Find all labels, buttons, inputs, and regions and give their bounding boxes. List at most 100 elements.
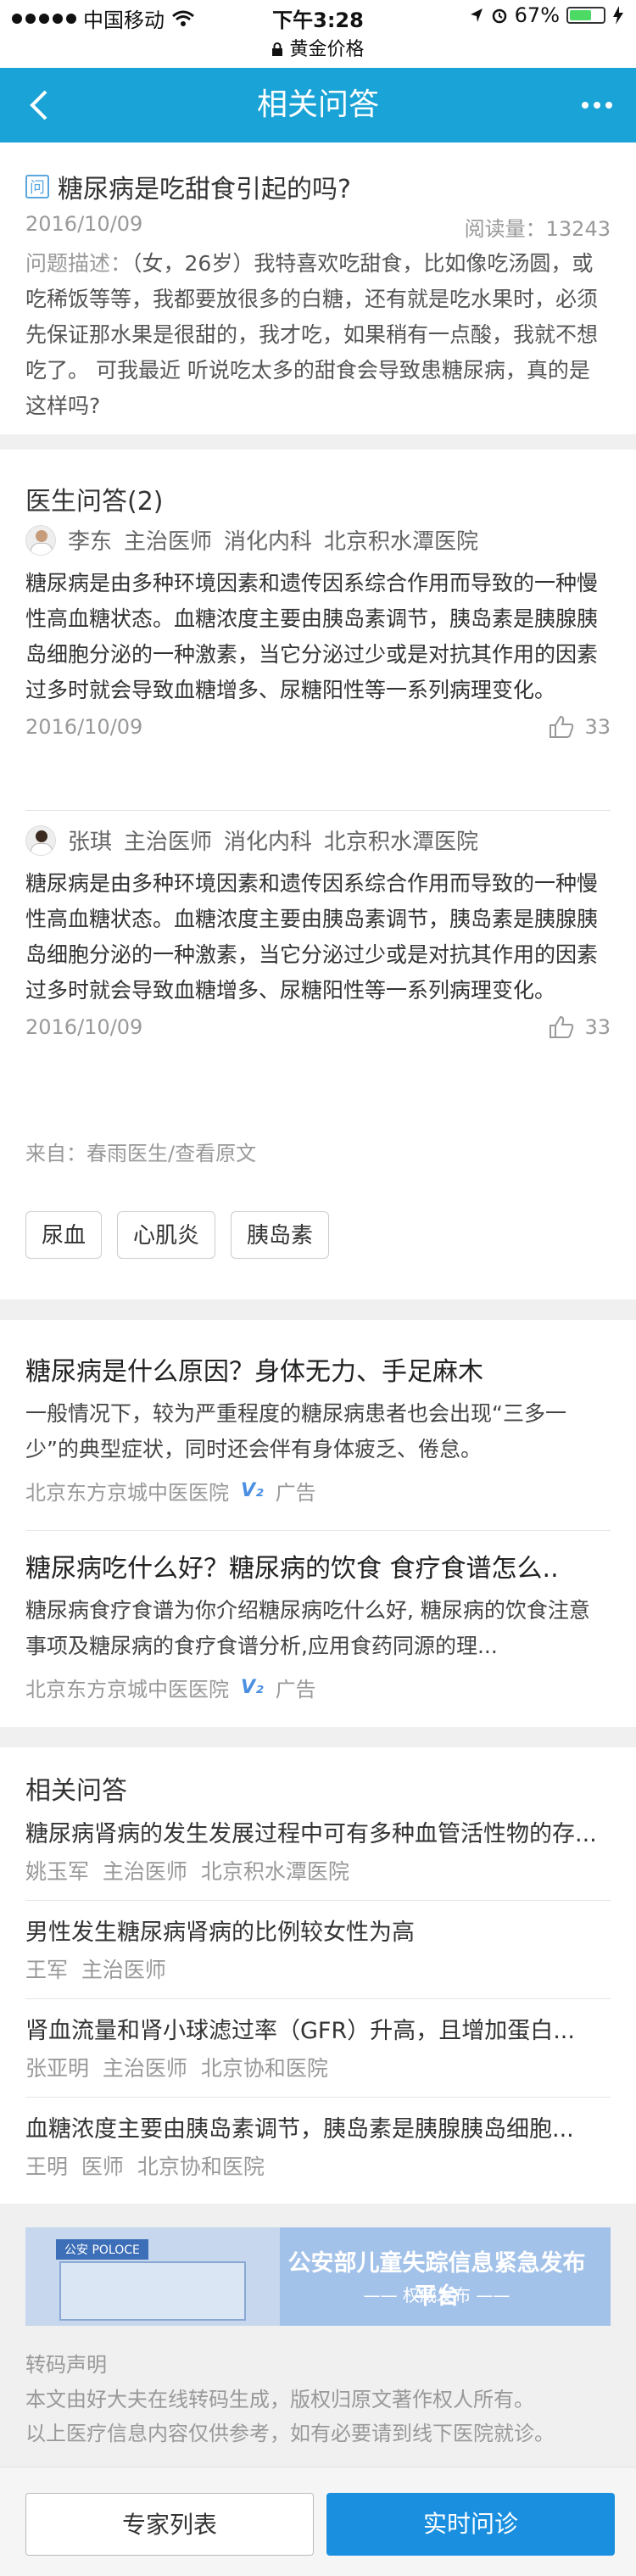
answer-item: 李东 主治医师 消化内科 北京积水潭医院 糖尿病是由多种环境因素和遗传因系综合作… — [25, 524, 611, 739]
ad-footer: 北京东方京城中医医院 V₂ 广告 — [25, 1476, 611, 1506]
related-doctor: 王军 主治医师 — [25, 1958, 166, 1982]
question-desc-text: （女，26岁）我特喜欢吃甜食，比如像吃汤圆，或吃稀饭等等，我都要放很多的白糖，还… — [25, 251, 599, 418]
doctor-title: 主治医师 — [124, 529, 213, 555]
charging-icon — [613, 6, 623, 25]
doctor-dept: 消化内科 — [224, 830, 313, 855]
verified-badge: V₂ — [241, 1677, 264, 1698]
location-icon — [470, 8, 483, 22]
banner-wrap: 公安 POLOCE 公安部儿童失踪信息紧急发布平台 —— 权威发布 —— — [0, 2227, 636, 2326]
question-description: 问题描述：（女，26岁）我特喜欢吃甜食，比如像吃汤圆，或吃稀饭等等，我都要放很多… — [25, 246, 611, 424]
battery-percent: 67% — [514, 3, 560, 27]
tag-item[interactable]: 胰岛素 — [231, 1211, 330, 1259]
status-right: 67% — [469, 3, 624, 27]
lock-icon — [272, 42, 283, 56]
related-doctor: 王明 医师 北京协和医院 — [25, 2154, 265, 2179]
ad-advertiser: 北京东方京城中医医院 — [25, 1481, 229, 1505]
doctor-name: 李东 — [68, 529, 113, 555]
more-button[interactable] — [573, 81, 621, 129]
ad-desc: 一般情况下，较为严重程度的糖尿病患者也会出现“三多一少”的典型症状，同时还会伴有… — [25, 1401, 566, 1461]
doctor-answers-header: 医生问答(2) — [25, 487, 164, 517]
answer-date: 2016/10/09 — [25, 715, 143, 739]
related-item[interactable]: 血糖浓度主要由胰岛素调节，胰岛素是胰腺胰岛细胞... 王明 医师 北京协和医院 — [25, 2110, 611, 2181]
doctor-title: 主治医师 — [124, 830, 213, 855]
related-doctor: 张亚明 主治医师 北京协和医院 — [25, 2056, 328, 2081]
like-count: 33 — [584, 1015, 611, 1039]
ad-title: 糖尿病吃什么好？糖尿病的饮食 食疗食谱怎么.. — [25, 1554, 559, 1584]
doctor-hospital: 北京积水潭医院 — [324, 830, 479, 855]
tag-item[interactable]: 心肌炎 — [117, 1211, 216, 1259]
related-doctor: 姚玉军 主治医师 北京积水潭医院 — [25, 1859, 349, 1884]
ad-advertiser: 北京东方京城中医医院 — [25, 1678, 229, 1702]
related-questions: 相关问答 糖尿病肾病的发生发展过程中可有多种血管活性物的存... 姚玉军 主治医… — [0, 1747, 636, 2204]
promo-banner[interactable]: 公安 POLOCE 公安部儿童失踪信息紧急发布平台 —— 权威发布 —— — [25, 2227, 611, 2326]
ad-list: 糖尿病是什么原因？身体无力、手足麻木 一般情况下，较为严重程度的糖尿病患者也会出… — [0, 1320, 636, 1727]
doctor-name: 张琪 — [68, 830, 113, 855]
notice-title: 转码声明 — [25, 2353, 107, 2377]
source-link[interactable]: 来自：春雨医生/查看原文 — [25, 1137, 256, 1166]
related-item[interactable]: 男性发生糖尿病肾病的比例较女性为高 王军 主治医师 — [25, 1914, 611, 1984]
question-card: 问 糖尿病是吃甜食引起的吗? 2016/10/09 阅读量：13243 问题描述… — [0, 142, 636, 434]
like-button[interactable]: 33 — [549, 1015, 611, 1039]
page-title: 相关问答 — [256, 87, 379, 122]
related-item[interactable]: 糖尿病肾病的发生发展过程中可有多种血管活性物的存... 姚玉军 主治医师 北京积… — [25, 1815, 611, 1886]
bottom-bar: 专家列表 实时问诊 — [0, 2467, 636, 2576]
verified-badge: V₂ — [241, 1480, 264, 1501]
question-badge: 问 — [25, 175, 49, 198]
ad-desc: 糖尿病食疗食谱为你介绍糖尿病吃什么好, 糖尿病的饮食注意事项及糖尿病的食疗食谱分… — [25, 1598, 590, 1658]
building-icon — [59, 2261, 246, 2321]
related-header: 相关问答 — [25, 1776, 127, 1806]
answer-item: 张琪 主治医师 消化内科 北京积水潭医院 糖尿病是由多种环境因素和遗传因系综合作… — [25, 824, 611, 1039]
doctor-info[interactable]: 李东 主治医师 消化内科 北京积水潭医院 — [25, 524, 611, 556]
question-title-row: 问 糖尿病是吃甜食引起的吗? — [25, 168, 611, 205]
doctor-info[interactable]: 张琪 主治医师 消化内科 北京积水潭医院 — [25, 824, 611, 856]
related-question: 血糖浓度主要由胰岛素调节，胰岛素是胰腺胰岛细胞... — [25, 2116, 574, 2143]
answer-text: 糖尿病是由多种环境因素和遗传因系综合作用而导致的一种慢性高血糖状态。血糖浓度主要… — [25, 571, 599, 702]
doctor-hospital: 北京积水潭医院 — [324, 529, 479, 555]
status-bar: 中国移动 下午3:28 67% 黄金价格 — [0, 0, 636, 68]
ad-label: 广告 — [275, 1678, 316, 1702]
related-item[interactable]: 肾血流量和肾小球滤过率（GFR）升高，且增加蛋白... 张亚明 主治医师 北京协… — [25, 2012, 611, 2082]
back-button[interactable] — [17, 81, 64, 129]
ask-now-button[interactable]: 实时问诊 — [326, 2493, 615, 2556]
question-desc-label: 问题描述： — [25, 251, 132, 276]
divider — [25, 2097, 611, 2098]
answer-text: 糖尿病是由多种环境因素和遗传因系综合作用而导致的一种慢性高血糖状态。血糖浓度主要… — [25, 871, 599, 1003]
tag-list: 尿血 心肌炎 胰岛素 — [25, 1211, 344, 1259]
avatar — [25, 824, 56, 856]
more-dots-icon — [582, 102, 589, 109]
like-button[interactable]: 33 — [549, 715, 611, 739]
banner-subtitle: —— 权威发布 —— — [363, 2285, 510, 2305]
question-read-count: 阅读量：13243 — [464, 217, 611, 241]
notice-line-2: 以上医疗信息内容仅供参考，如有必要请到线下医院就诊。 — [25, 2422, 555, 2445]
like-count: 33 — [584, 715, 611, 739]
battery-icon — [566, 7, 605, 24]
divider — [25, 1900, 611, 1901]
related-question: 糖尿病肾病的发生发展过程中可有多种血管活性物的存... — [25, 1821, 597, 1847]
answer-footer: 2016/10/09 33 — [25, 1015, 611, 1039]
transcode-notice: 转码声明 本文由好大夫在线转码生成，版权归原文著作权人所有。 以上医疗信息内容仅… — [25, 2348, 611, 2450]
answer-footer: 2016/10/09 33 — [25, 715, 611, 739]
ad-item[interactable]: 糖尿病是什么原因？身体无力、手足麻木 一般情况下，较为严重程度的糖尿病患者也会出… — [25, 1350, 611, 1506]
nav-bar: 相关问答 — [0, 68, 636, 142]
doctor-dept: 消化内科 — [224, 529, 313, 555]
expert-list-button[interactable]: 专家列表 — [25, 2493, 314, 2556]
doctor-answers: 医生问答(2) 李东 主治医师 消化内科 北京积水潭医院 糖尿病是由多种环境因素… — [0, 450, 636, 1299]
related-question: 肾血流量和肾小球滤过率（GFR）升高，且增加蛋白... — [25, 2018, 575, 2044]
url-bar[interactable]: 黄金价格 — [0, 34, 636, 61]
notice-line-1: 本文由好大夫在线转码生成，版权归原文著作权人所有。 — [25, 2388, 534, 2411]
ad-item[interactable]: 糖尿病吃什么好？糖尿病的饮食 食疗食谱怎么.. 糖尿病食疗食谱为你介绍糖尿病吃什… — [25, 1547, 611, 1702]
thumbs-up-icon — [550, 715, 574, 738]
related-question: 男性发生糖尿病肾病的比例较女性为高 — [25, 1919, 415, 1946]
police-label: 公安 POLOCE — [56, 2239, 148, 2260]
chevron-left-icon — [30, 90, 47, 120]
question-meta: 2016/10/09 阅读量：13243 — [25, 212, 611, 242]
url-text: 黄金价格 — [289, 39, 365, 60]
alarm-icon — [492, 8, 506, 24]
tag-item[interactable]: 尿血 — [25, 1211, 103, 1259]
divider — [25, 1998, 611, 1999]
ad-footer: 北京东方京城中医医院 V₂ 广告 — [25, 1673, 611, 1702]
ad-label: 广告 — [275, 1481, 316, 1505]
question-title: 糖尿病是吃甜食引起的吗? — [58, 175, 351, 204]
avatar — [25, 524, 56, 556]
divider — [25, 810, 611, 811]
